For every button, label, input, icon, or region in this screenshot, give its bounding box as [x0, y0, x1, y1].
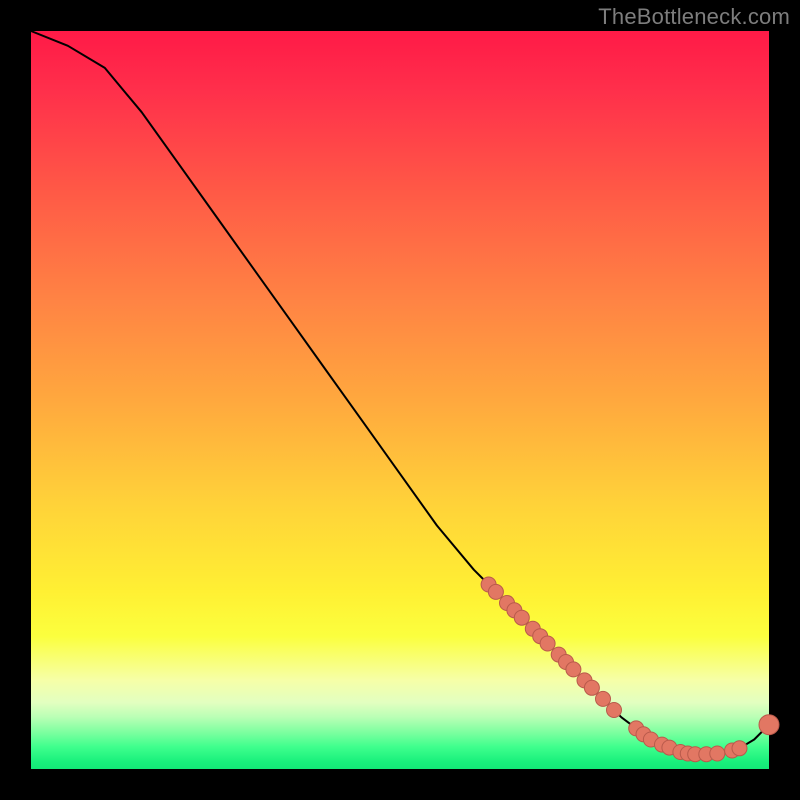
curve-svg	[31, 31, 769, 769]
data-point	[540, 636, 555, 651]
data-point	[584, 680, 599, 695]
data-point	[566, 662, 581, 677]
bottleneck-curve	[31, 31, 769, 754]
chart-frame: TheBottleneck.com	[0, 0, 800, 800]
data-point	[759, 715, 779, 735]
data-point	[596, 691, 611, 706]
data-point	[732, 741, 747, 756]
plot-area	[31, 31, 769, 769]
data-point	[488, 584, 503, 599]
data-point	[514, 610, 529, 625]
marker-dots	[481, 577, 779, 762]
watermark-text: TheBottleneck.com	[598, 4, 790, 30]
data-point	[607, 703, 622, 718]
data-point	[710, 746, 725, 761]
